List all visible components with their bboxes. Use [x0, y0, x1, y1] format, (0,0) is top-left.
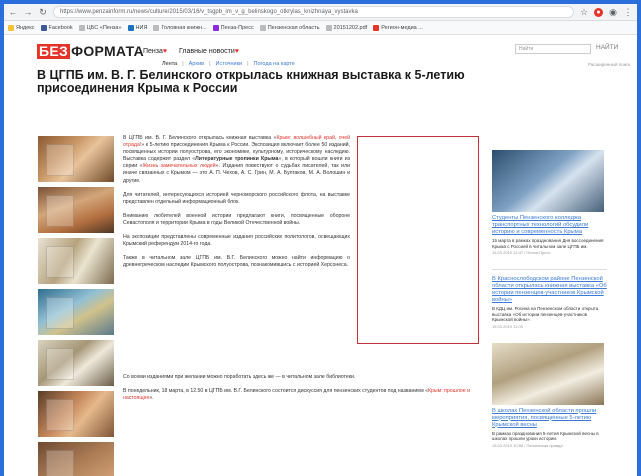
bookmark-icon: [40, 24, 47, 31]
bookmark-label: Facebook: [48, 24, 73, 31]
bookmark-icon: [325, 24, 332, 31]
subnav-weather-map[interactable]: Погода на карте: [254, 61, 295, 67]
main-news-label: Главные новости: [179, 48, 235, 55]
bookmark-icon: [212, 24, 219, 31]
bookmark-item[interactable]: Пенза-Пресс: [212, 24, 254, 31]
related-news-date: 15.03.2019 10:58 / Пензенская правда: [492, 442, 563, 448]
text: ».: [149, 395, 154, 402]
bookmark-label: ЦБС «Пенза»: [86, 24, 122, 31]
bookmark-icon: [78, 24, 85, 31]
gallery-photo[interactable]: [38, 340, 114, 386]
related-news-description: 15 марта в рамках празднования Дня воссо…: [492, 238, 604, 249]
article-title: В ЦГПБ им. В. Г. Белинского открылась кн…: [37, 68, 465, 95]
browser-window: ← → ↻ https://www.penzainform.ru/news/cu…: [4, 4, 637, 476]
subnav-archive[interactable]: Архив: [189, 61, 204, 67]
city-label: Пенза: [143, 48, 163, 55]
related-news-date: 15.03.2019 11:05: [492, 323, 523, 329]
related-news-description: В рамках празднования 5-летия Крымской в…: [492, 430, 599, 442]
reload-icon[interactable]: ↻: [38, 4, 48, 21]
browser-toolbar: ← → ↻ https://www.penzainform.ru/news/cu…: [4, 4, 637, 21]
bookmark-item[interactable]: 20151202.pdf: [325, 24, 368, 31]
logo-text: ФОРМАТА: [71, 43, 145, 59]
article-body-continued: Со всеми изданиями при желании можно пор…: [123, 374, 498, 409]
gallery-photo[interactable]: [38, 442, 114, 476]
related-news-item: В Краснослободском районе Пензенской обл…: [492, 269, 607, 329]
bookmark-item[interactable]: Регион-медиа ...: [373, 24, 423, 31]
article-body: В ЦГПБ им. В. Г. Белинского открылась кн…: [123, 135, 350, 276]
bookmark-item[interactable]: Яндекс: [8, 24, 35, 31]
related-news-title[interactable]: В школах Пензенской области прошли мероп…: [492, 408, 607, 429]
address-bar[interactable]: https://www.penzainform.ru/news/culture/…: [53, 6, 574, 18]
series-link[interactable]: Жизнь замечательных людей: [143, 163, 216, 169]
article-paragraph: На экспозиции представлены современные и…: [123, 234, 350, 248]
bookmark-item[interactable]: ЦБС «Пенза»: [78, 24, 122, 31]
related-news-title[interactable]: В Краснослободском районе Пензенской обл…: [492, 276, 607, 304]
bookmark-item[interactable]: Головная книжн...: [153, 24, 207, 31]
bookmark-icon: [8, 24, 14, 31]
separator: |: [209, 61, 211, 67]
forward-icon[interactable]: →: [23, 4, 33, 21]
separator: |: [247, 61, 249, 67]
related-news-sidebar: Студенты Пензенского колледжа транспортн…: [492, 150, 607, 462]
search-button[interactable]: НАЙТИ: [596, 44, 618, 51]
gallery-photo[interactable]: [38, 391, 114, 437]
subnav-sources[interactable]: Источники: [216, 61, 243, 67]
bookmark-label: НИЯ: [135, 24, 148, 31]
extension-icon[interactable]: ●: [594, 7, 603, 17]
related-news-item: Студенты Пензенского колледжа транспортн…: [492, 150, 607, 255]
gallery-photo[interactable]: [38, 187, 114, 233]
star-icon[interactable]: ☆: [579, 4, 589, 21]
related-news-date: 15.03.2019 12:47 / Пенза-Пресс: [492, 250, 551, 255]
bookmark-item[interactable]: НИЯ: [127, 24, 148, 31]
bookmark-icon: [373, 24, 380, 31]
divider: [492, 269, 607, 270]
heart-icon: ♥: [234, 48, 239, 55]
article-paragraph: Также в читальном зале ЦГПБ им. В.Г. Бел…: [123, 255, 350, 269]
bookmark-label: Пензенская область: [267, 24, 320, 31]
related-news-item: В школах Пензенской области прошли мероп…: [492, 342, 607, 448]
related-news-image[interactable]: [492, 342, 604, 405]
text: В понедельник, 18 марта, в 12.50 в ЦГПБ …: [123, 388, 428, 395]
bookmark-icon: [153, 24, 160, 31]
advanced-search-link[interactable]: Расширенный поиск: [588, 62, 630, 67]
sub-navigation: Лента | Архив | Источники | Погода на ка…: [162, 61, 295, 67]
bookmarks-bar: Яндекс Facebook ЦБС «Пенза» НИЯ Головная…: [4, 21, 637, 35]
article-paragraph: Со всеми изданиями при желании можно пор…: [123, 374, 356, 380]
article-paragraph: В понедельник, 18 марта, в 12.50 в ЦГПБ …: [123, 388, 498, 402]
back-icon[interactable]: ←: [8, 4, 18, 21]
heart-icon: ♥: [162, 48, 168, 55]
search-input[interactable]: Найти: [515, 44, 591, 54]
ad-placeholder: [357, 136, 479, 344]
bookmark-item[interactable]: Facebook: [40, 24, 73, 31]
subnav-feed[interactable]: Лента: [162, 61, 177, 67]
related-news-image[interactable]: [492, 150, 604, 212]
bookmark-label: Яндекс: [16, 24, 35, 31]
bookmark-icon: [259, 24, 266, 31]
separator: |: [182, 61, 184, 67]
photo-gallery: [38, 136, 114, 476]
article-paragraph: Для читателей, интересующихся историей ч…: [123, 191, 350, 205]
gallery-photo[interactable]: [38, 238, 114, 284]
related-news-title[interactable]: Студенты Пензенского колледжа транспортн…: [492, 215, 607, 236]
main-news-menu[interactable]: Главные новости♥: [179, 48, 239, 55]
bookmark-label: 20151202.pdf: [333, 24, 368, 31]
site-logo[interactable]: БЕЗ ФОРМАТА: [37, 44, 144, 59]
logo-prefix: БЕЗ: [37, 43, 71, 59]
bookmark-item[interactable]: Пензенская область: [259, 24, 320, 31]
menu-icon[interactable]: ⋮: [623, 4, 633, 21]
article-paragraph: В ЦГПБ им. В. Г. Белинского открылась кн…: [123, 135, 350, 185]
account-icon[interactable]: ◉: [608, 4, 618, 21]
gallery-photo[interactable]: [38, 136, 114, 182]
bookmark-icon: [127, 24, 134, 31]
gallery-photo[interactable]: [38, 289, 114, 335]
city-selector[interactable]: Пенза♥: [143, 48, 167, 55]
text: В ЦГПБ им. В. Г. Белинского открылась кн…: [123, 135, 277, 141]
bookmark-label: Регион-медиа ...: [381, 24, 423, 31]
bookmark-label: Пенза-Пресс: [220, 24, 254, 31]
related-news-description: В КДЦ им. Росина на Пензенском области о…: [492, 306, 599, 322]
article-paragraph: Вниманию любителей военной истории предл…: [123, 212, 350, 226]
bookmark-label: Головная книжн...: [161, 24, 207, 31]
bold-text: Литературные тропинки Крыма: [195, 156, 279, 163]
